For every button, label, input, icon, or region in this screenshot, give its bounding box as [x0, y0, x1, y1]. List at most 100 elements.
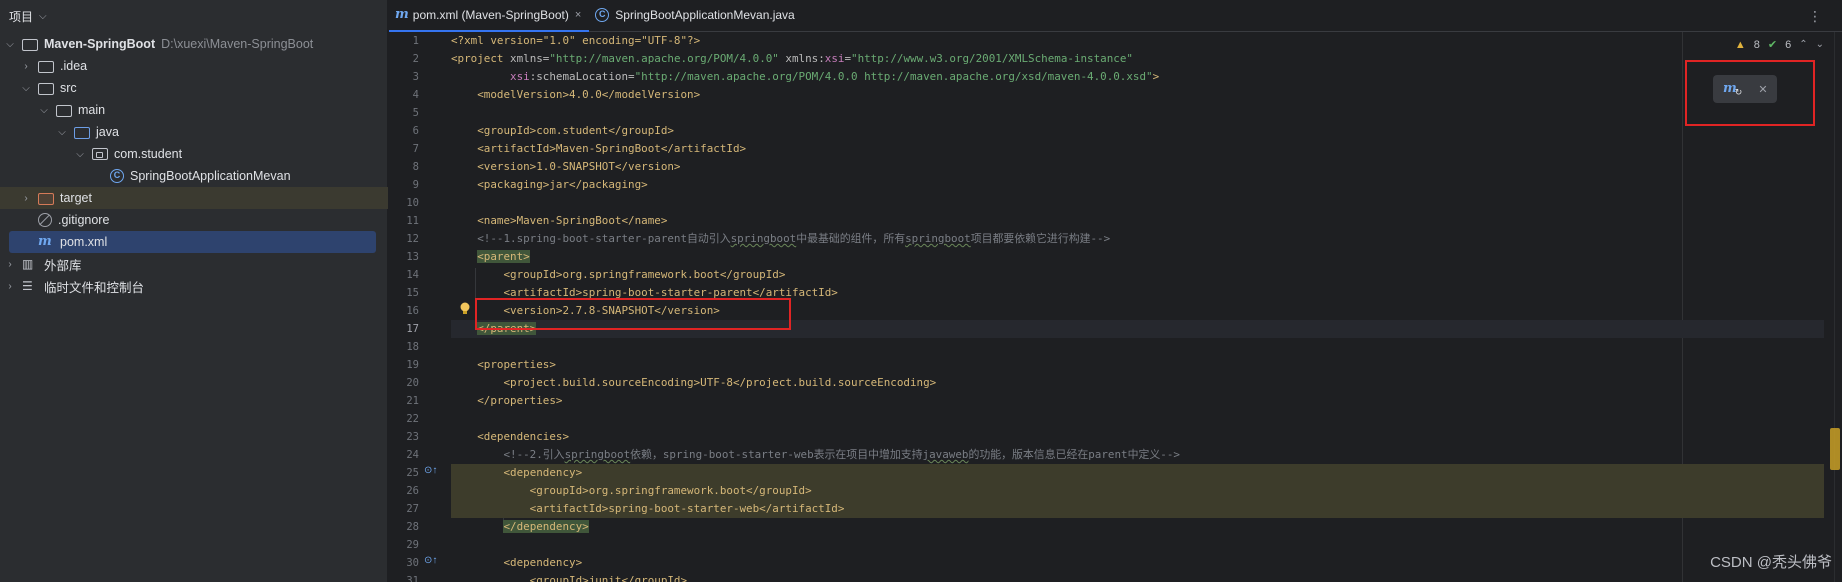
tree-item-gitignore[interactable]: .gitignore — [0, 209, 388, 231]
chevron-down-icon[interactable]: ⌵ — [56, 127, 68, 138]
warning-icon: ▲ — [1734, 38, 1746, 51]
tree-item-label: main — [78, 103, 106, 117]
chevron-right-icon[interactable]: › — [4, 259, 16, 270]
tree-item-label: 临时文件和控制台 — [44, 280, 145, 295]
scroll-track — [1834, 32, 1835, 582]
xml-value: "http://maven.apache.org/POM/4.0.0 http:… — [634, 70, 1153, 83]
line-number: 23 — [406, 431, 419, 443]
code-line: <groupId>org.springframework.boot</group… — [451, 268, 786, 281]
tree-item-application-class[interactable]: C SpringBootApplicationMevan — [0, 165, 388, 187]
tree-item-label: 外部库 — [44, 258, 82, 273]
tab-application-java[interactable]: C SpringBootApplicationMevan.java — [589, 0, 802, 31]
tree-item-scratches[interactable]: › ☰ 临时文件和控制台 — [0, 275, 388, 297]
folder-icon — [38, 60, 54, 73]
tab-pom-xml[interactable]: m pom.xml (Maven-SpringBoot) × — [389, 0, 590, 32]
xml-tag-matched: <parent> — [477, 250, 530, 263]
code-line: <artifactId>Maven-SpringBoot</artifactId… — [451, 142, 747, 155]
code-line-highlighted: <dependency> — [451, 464, 1824, 482]
run-gutter-icon[interactable]: ⊙↑ — [424, 465, 437, 476]
tree-item-java[interactable]: ⌵ java — [0, 121, 388, 143]
tree-item-label: pom.xml — [60, 235, 108, 249]
code-line: <dependencies> — [451, 430, 570, 443]
line-number-gutter: 1 2 3 4 5 6 7 8 9 10 11 12 13 14 15 16 17 18 19 20 21 22 23 24 2… — [389, 32, 451, 582]
class-icon: C — [110, 169, 124, 183]
code-line: </properties> — [451, 394, 563, 407]
chevron-down-icon[interactable]: ⌵ — [39, 11, 47, 22]
comment-text: <!--1.spring-boot-starter-parent自动引入 — [451, 232, 731, 245]
chevron-right-icon[interactable]: › — [4, 281, 16, 292]
line-number: 15 — [406, 287, 419, 299]
line-number: 28 — [406, 521, 419, 533]
line-number: 27 — [406, 503, 419, 515]
editor-scrollbar[interactable] — [1828, 32, 1842, 582]
line-number: 29 — [406, 539, 419, 551]
xml-declaration: <?xml version="1.0" encoding="UTF-8"?> — [451, 34, 701, 47]
code-line: <?xml version="1.0" encoding="UTF-8"?> — [451, 32, 1824, 50]
tree-item-project-root[interactable]: ⌵ Maven-SpringBoot D:\xuexi\Maven-Spring… — [0, 33, 388, 55]
tree-item-main[interactable]: ⌵ main — [0, 99, 388, 121]
comment-text: springboot — [730, 232, 797, 245]
editor-area: m pom.xml (Maven-SpringBoot) × C SpringB… — [389, 0, 1842, 582]
chevron-down-icon[interactable]: ⌄ — [1816, 39, 1824, 50]
code-line: <groupId>com.student</groupId> — [451, 124, 674, 137]
tree-item-pom-xml[interactable]: m pom.xml — [9, 231, 376, 253]
maven-reload-button[interactable]: m ↻ ✕ — [1713, 75, 1777, 103]
tree-item-target[interactable]: › target — [0, 187, 388, 209]
chevron-up-icon[interactable]: ⌃ — [1799, 39, 1807, 50]
line-number: 9 — [412, 179, 419, 191]
xml-tag-matched: </dependency> — [503, 520, 589, 533]
line-number: 21 — [406, 395, 419, 407]
tree-item-label: target — [60, 191, 92, 205]
xml-tag: > — [1152, 70, 1160, 83]
line-number: 1 — [412, 35, 419, 47]
project-panel-title: 项目 — [9, 9, 34, 24]
inspections-widget[interactable]: ▲ 8 ✔ 6 ⌃ ⌄ — [1734, 38, 1824, 52]
chevron-down-icon[interactable]: ⌵ — [38, 105, 50, 116]
comment-text: 项目都要依赖它进行构建--> — [970, 232, 1111, 245]
tree-item-com-student[interactable]: ⌵ com.student — [0, 143, 388, 165]
close-icon[interactable]: ✕ — [1758, 83, 1767, 96]
code-line: <dependency> — [451, 556, 583, 569]
tree-item-idea[interactable]: › .idea — [0, 55, 388, 77]
chevron-down-icon[interactable]: ⌵ — [4, 39, 16, 50]
code-line-highlighted: <artifactId>spring-boot-starter-web</art… — [451, 500, 1824, 518]
chevron-down-icon[interactable]: ⌵ — [20, 83, 32, 94]
tree-item-label: Maven-SpringBoot — [44, 37, 156, 51]
line-number: 16 — [406, 305, 419, 317]
code-line: <version>1.0-SNAPSHOT</version> — [451, 160, 681, 173]
xml-value: "http://maven.apache.org/POM/4.0.0" — [549, 52, 779, 65]
lightbulb-icon[interactable] — [459, 302, 471, 316]
code-line: <project.build.sourceEncoding>UTF-8</pro… — [451, 376, 937, 389]
run-gutter-icon[interactable]: ⊙↑ — [424, 555, 437, 566]
xml-attr: xmlns= — [503, 52, 550, 65]
scroll-thumb[interactable] — [1830, 428, 1840, 470]
line-number: 26 — [406, 485, 419, 497]
tree-item-src[interactable]: ⌵ src — [0, 77, 388, 99]
project-panel-header[interactable]: 项目 ⌵ — [0, 0, 387, 32]
line-number: 22 — [406, 413, 419, 425]
close-icon[interactable]: × — [575, 9, 581, 21]
comment-text: 中最基础的组件，所有 — [796, 232, 906, 245]
comment-text: springboot — [905, 232, 971, 245]
line-number: 10 — [406, 197, 419, 209]
chevron-right-icon[interactable]: › — [20, 193, 32, 204]
line-number: 14 — [406, 269, 419, 281]
maven-reload-highlight: m ↻ ✕ — [1685, 60, 1815, 126]
scratches-icon: ☰ — [22, 279, 33, 293]
chevron-down-icon[interactable]: ⌵ — [74, 149, 86, 160]
tree-item-label: com.student — [114, 147, 183, 161]
line-number: 5 — [412, 107, 419, 119]
code-line-comment: <!--1.spring-boot-starter-parent自动引入spri… — [451, 230, 1824, 248]
line-number: 30 — [406, 557, 419, 569]
more-vertical-icon[interactable]: ⋮ — [1808, 8, 1822, 25]
tree-item-label: .gitignore — [58, 213, 110, 227]
xml-attr: xmlns: — [778, 52, 825, 65]
code-line: </dependency> — [451, 518, 1824, 536]
code-line-comment: <!--2.引入springboot依赖，spring-boot-starter… — [451, 446, 1824, 464]
chevron-right-icon[interactable]: › — [20, 61, 32, 72]
comment-text: springboot — [564, 448, 631, 461]
folder-icon — [38, 82, 54, 95]
project-path: D:\xuexi\Maven-SpringBoot — [161, 37, 314, 51]
tree-item-external-libraries[interactable]: › ▥ 外部库 — [0, 253, 388, 275]
watermark: CSDN @秃头佛爷 — [1710, 554, 1832, 571]
